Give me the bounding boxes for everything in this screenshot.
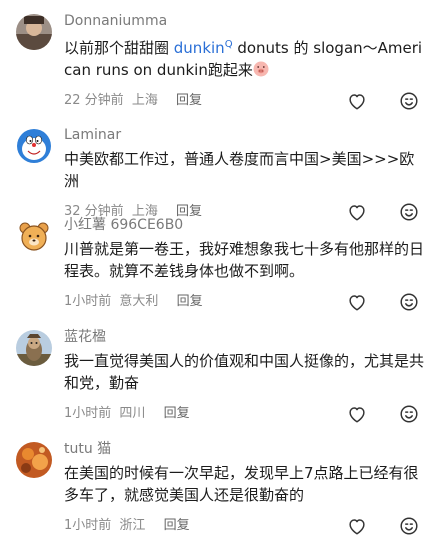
comment-item: 蓝花楹 我一直觉得美国人的价值观和中国人挺像的，尤其是共和党，勤奋 1小时前 四… <box>0 328 444 426</box>
avatar[interactable] <box>16 218 52 254</box>
timestamp: 1小时前 <box>64 518 112 533</box>
timestamp: 1小时前 <box>64 294 112 309</box>
comment-actions <box>346 290 420 314</box>
avatar[interactable] <box>16 442 52 478</box>
avatar[interactable] <box>16 128 52 164</box>
comment-item: tutu 猫 在美国的时候有一次早起，发现早上7点路上已经有很多车了，就感觉美国… <box>0 440 444 538</box>
comment-actions <box>346 514 420 538</box>
emoji-face-icon[interactable] <box>398 291 420 313</box>
heart-icon[interactable] <box>346 515 368 537</box>
location: 四川 <box>119 406 146 421</box>
comment-actions <box>346 89 420 113</box>
search-icon[interactable]: Q <box>225 39 233 50</box>
comment-text: 川普就是第一卷王，我好难想象我七十多有他那样的日程表。就算不差钱身体也做不到啊。 <box>64 240 425 280</box>
comment-text: 以前那个甜甜圈 dunkinQ donuts 的 slogan～American… <box>64 39 423 79</box>
location: 上海 <box>131 93 158 108</box>
emoji-face-icon[interactable] <box>398 90 420 112</box>
avatar[interactable] <box>16 330 52 366</box>
comment-text: 我一直觉得美国人的价值观和中国人挺像的，尤其是共和党，勤奋 <box>64 352 425 392</box>
emoji-face-icon[interactable] <box>398 403 420 425</box>
location: 意大利 <box>119 294 159 309</box>
comment-item: Laminar 中美欧都工作过，普通人卷度而言中国>美国>>>欧洲 32 分钟前… <box>0 126 444 224</box>
reply-button[interactable]: 回复 <box>164 518 190 533</box>
emoji-face-icon[interactable] <box>398 515 420 537</box>
username[interactable]: 小红薯 696CE6B0 <box>64 216 428 234</box>
comment-text: 在美国的时候有一次早起，发现早上7点路上已经有很多车了，就感觉美国人还是很勤奋的 <box>64 464 419 504</box>
heart-icon[interactable] <box>346 403 368 425</box>
reply-button[interactable]: 回复 <box>176 93 202 108</box>
location: 浙江 <box>119 518 146 533</box>
comment-item: 小红薯 696CE6B0 川普就是第一卷王，我好难想象我七十多有他那样的日程表。… <box>0 216 444 314</box>
comment-meta: 1小时前 四川 回复 <box>64 402 428 426</box>
comment-actions <box>346 402 420 426</box>
heart-icon[interactable] <box>346 291 368 313</box>
timestamp: 1小时前 <box>64 406 112 421</box>
dunkin-link[interactable]: dunkin <box>174 39 225 57</box>
comment-meta: 1小时前 意大利 回复 <box>64 290 428 314</box>
avatar[interactable] <box>16 14 52 50</box>
comment-text: 中美欧都工作过，普通人卷度而言中国>美国>>>欧洲 <box>64 150 415 190</box>
comment-meta: 1小时前 浙江 回复 <box>64 514 428 538</box>
pig-face-emoji-icon <box>253 61 269 77</box>
timestamp: 22 分钟前 <box>64 93 124 108</box>
comment-meta: 22 分钟前 上海 回复 <box>64 89 428 113</box>
username[interactable]: tutu 猫 <box>64 440 428 458</box>
username[interactable]: Laminar <box>64 126 428 144</box>
username[interactable]: 蓝花楹 <box>64 328 428 346</box>
reply-button[interactable]: 回复 <box>177 294 203 309</box>
username[interactable]: Donnaniumma <box>64 12 428 30</box>
comment-item: Donnaniumma 以前那个甜甜圈 dunkinQ donuts 的 slo… <box>0 12 444 113</box>
reply-button[interactable]: 回复 <box>164 406 190 421</box>
heart-icon[interactable] <box>346 90 368 112</box>
comment-list: Donnaniumma 以前那个甜甜圈 dunkinQ donuts 的 slo… <box>0 0 444 538</box>
